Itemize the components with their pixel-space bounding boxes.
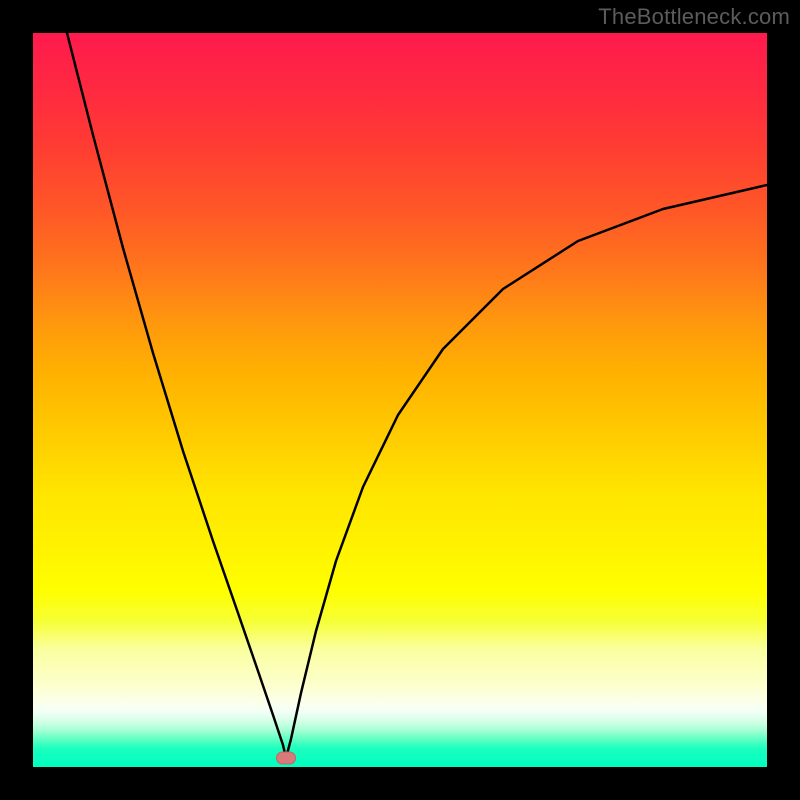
watermark-text: TheBottleneck.com — [598, 4, 790, 30]
plot-area — [33, 33, 767, 767]
bottleneck-curve — [33, 33, 767, 767]
bottleneck-marker — [276, 752, 296, 765]
